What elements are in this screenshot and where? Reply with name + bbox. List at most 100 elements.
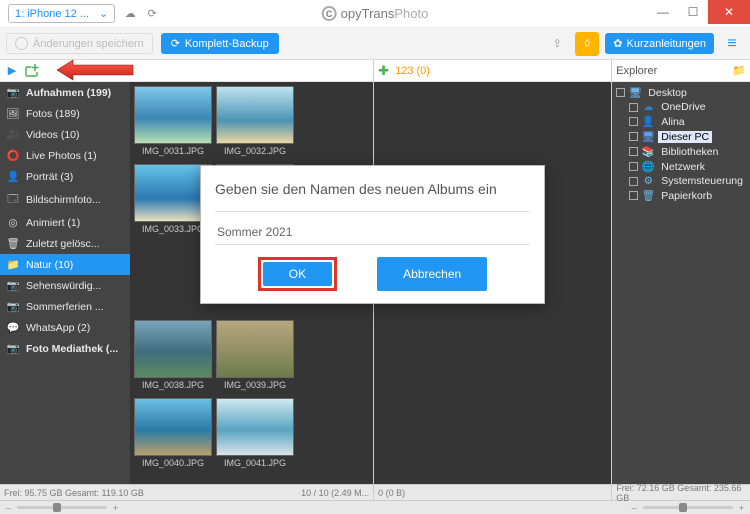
expand-icon[interactable]	[629, 103, 638, 112]
sidebar-icon: 🗔	[6, 191, 20, 209]
tree-label: Dieser PC	[658, 131, 712, 143]
new-album-icon[interactable]	[24, 63, 40, 79]
device-selector[interactable]: 1: iPhone 12 ... ⌄	[8, 4, 115, 23]
thumbnail-image	[216, 398, 294, 456]
sidebar-icon: 👤	[6, 170, 20, 183]
folder-icon: 🌐	[641, 160, 655, 173]
sidebar-item[interactable]: ◎ Animiert (1)	[0, 213, 130, 233]
save-changes-button[interactable]: Änderungen speichern	[6, 33, 153, 54]
sidebar-item[interactable]: 📷Sehenswürdig...	[0, 275, 130, 296]
thumbnail[interactable]: IMG_0032.JPG	[216, 86, 294, 160]
expand-icon[interactable]	[629, 147, 638, 156]
tree-node[interactable]: 📚Bibliotheken	[614, 144, 748, 159]
tree-node[interactable]: 🖥Dieser PC	[614, 129, 748, 144]
refresh-icon[interactable]: ⟳	[143, 5, 161, 23]
zoom-out-icon[interactable]: –	[6, 503, 11, 513]
expand-icon[interactable]	[629, 117, 638, 126]
expand-icon[interactable]	[629, 132, 638, 141]
sidebar-icon: 📷	[6, 279, 20, 292]
play-icon[interactable]: ▶	[4, 63, 20, 79]
folder-icon: 🖥	[641, 130, 655, 143]
cancel-button[interactable]: Abbrechen	[377, 257, 487, 291]
tips-icon[interactable]: ◊	[575, 32, 599, 56]
sidebar-icon: ◎	[6, 217, 20, 229]
thumbnail-label: IMG_0041.JPG	[216, 456, 294, 472]
sidebar-item[interactable]: 📁Natur (10)	[0, 254, 130, 275]
app-logo-icon: C	[322, 6, 337, 21]
share-icon[interactable]: ⇪	[545, 32, 569, 56]
explorer-title: Explorer	[616, 65, 657, 77]
sidebar-icon: 💬	[6, 321, 20, 334]
close-button[interactable]: ✕	[708, 0, 750, 24]
sidebar-item-label: Zuletzt gelösc...	[26, 238, 100, 250]
quick-guide-button[interactable]: ✿ Kurzanleitungen	[605, 33, 714, 54]
tree-label: Alina	[658, 116, 687, 128]
sidebar-icon: 📁	[6, 258, 20, 271]
thumbnail-label: IMG_0040.JPG	[134, 456, 212, 472]
expand-icon[interactable]	[616, 88, 625, 97]
mid-count: 123 (0)	[395, 65, 430, 77]
mid-footer: 0 (0 B)	[374, 484, 611, 500]
sidebar-icon: ⭕	[6, 149, 20, 162]
sidebar-item[interactable]: 💬WhatsApp (2)	[0, 317, 130, 338]
sidebar-item-label: Sommerferien ...	[26, 301, 104, 313]
expand-icon[interactable]	[629, 177, 638, 186]
explorer-pane: Explorer 📁 🖥Desktop☁OneDrive👤Alina🖥Diese…	[612, 60, 750, 500]
folder-icon: 👤	[641, 115, 655, 128]
expand-icon[interactable]	[629, 191, 638, 200]
zoom-in-icon[interactable]: +	[113, 503, 118, 513]
thumbnail-label: IMG_0039.JPG	[216, 378, 294, 394]
sidebar-item[interactable]: 👤Porträt (3)	[0, 166, 130, 187]
zoom-slider[interactable]	[643, 506, 733, 509]
tree-node[interactable]: 🌐Netzwerk	[614, 159, 748, 174]
tree-node[interactable]: ☁OneDrive	[614, 100, 748, 114]
album-sidebar: 📷Aufnahmen (199)🖼Fotos (189)🎥Videos (10)…	[0, 82, 130, 484]
minimize-button[interactable]: —	[648, 0, 678, 24]
thumbnail-image	[134, 320, 212, 378]
thumbnail[interactable]: IMG_0041.JPG	[216, 398, 294, 472]
left-mini-toolbar: ▶	[0, 60, 373, 82]
sidebar-item[interactable]: 🎥Videos (10)	[0, 124, 130, 145]
thumbnail[interactable]: IMG_0039.JPG	[216, 320, 294, 394]
tree-node[interactable]: ⚙Systemsteuerung	[614, 174, 748, 188]
sidebar-item[interactable]: ⭕Live Photos (1)	[0, 145, 130, 166]
explorer-tree: 🖥Desktop☁OneDrive👤Alina🖥Dieser PC📚Biblio…	[612, 82, 750, 484]
check-icon	[15, 37, 28, 50]
folder-icon[interactable]: 📁	[732, 64, 746, 77]
full-backup-button[interactable]: ⟳ Komplett-Backup	[161, 33, 279, 54]
thumbnail-image	[216, 320, 294, 378]
sidebar-item[interactable]: 📷Aufnahmen (199)	[0, 82, 130, 103]
zoom-slider[interactable]	[17, 506, 107, 509]
menu-icon[interactable]: ≡	[720, 32, 744, 56]
sidebar-item[interactable]: 📷Foto Mediathek (...	[0, 338, 130, 359]
sidebar-item-label: Animiert (1)	[26, 217, 80, 229]
new-album-dialog: Geben sie den Namen des neuen Albums ein…	[200, 165, 545, 304]
sidebar-item[interactable]: 🗔 Bildschirmfoto...	[0, 187, 130, 213]
tree-node[interactable]: 🖥Desktop	[614, 85, 748, 100]
sidebar-item[interactable]: 🗑Zuletzt gelösc...	[0, 233, 130, 254]
mid-mini-toolbar: ✚ 123 (0)	[374, 60, 611, 82]
tree-node[interactable]: 🗑Papierkorb	[614, 188, 748, 203]
maximize-button[interactable]: ☐	[678, 0, 708, 24]
add-icon[interactable]: ✚	[378, 63, 389, 79]
zoom-out-icon[interactable]: –	[632, 503, 637, 513]
titlebar-icons: ☁ ⟳	[121, 5, 161, 23]
thumbnail[interactable]: IMG_0038.JPG	[134, 320, 212, 394]
sidebar-item[interactable]: 🖼Fotos (189)	[0, 103, 130, 124]
thumbnail[interactable]: IMG_0040.JPG	[134, 398, 212, 472]
sidebar-icon: 🎥	[6, 128, 20, 141]
expand-icon[interactable]	[629, 162, 638, 171]
tree-node[interactable]: 👤Alina	[614, 114, 748, 129]
sidebar-item-label: Bildschirmfoto...	[26, 194, 101, 206]
gear-icon: ✿	[613, 37, 622, 50]
album-name-input[interactable]	[215, 222, 530, 245]
sidebar-item[interactable]: 📷Sommerferien ...	[0, 296, 130, 317]
thumbnail[interactable]: IMG_0031.JPG	[134, 86, 212, 160]
ok-button[interactable]: OK	[263, 262, 332, 286]
tree-label: Bibliotheken	[658, 146, 721, 158]
cloud-icon[interactable]: ☁	[121, 5, 139, 23]
main-toolbar: Änderungen speichern ⟳ Komplett-Backup ⇪…	[0, 28, 750, 60]
sidebar-icon: 📷	[6, 342, 20, 355]
chevron-down-icon: ⌄	[99, 7, 108, 20]
zoom-in-icon[interactable]: +	[739, 503, 744, 513]
